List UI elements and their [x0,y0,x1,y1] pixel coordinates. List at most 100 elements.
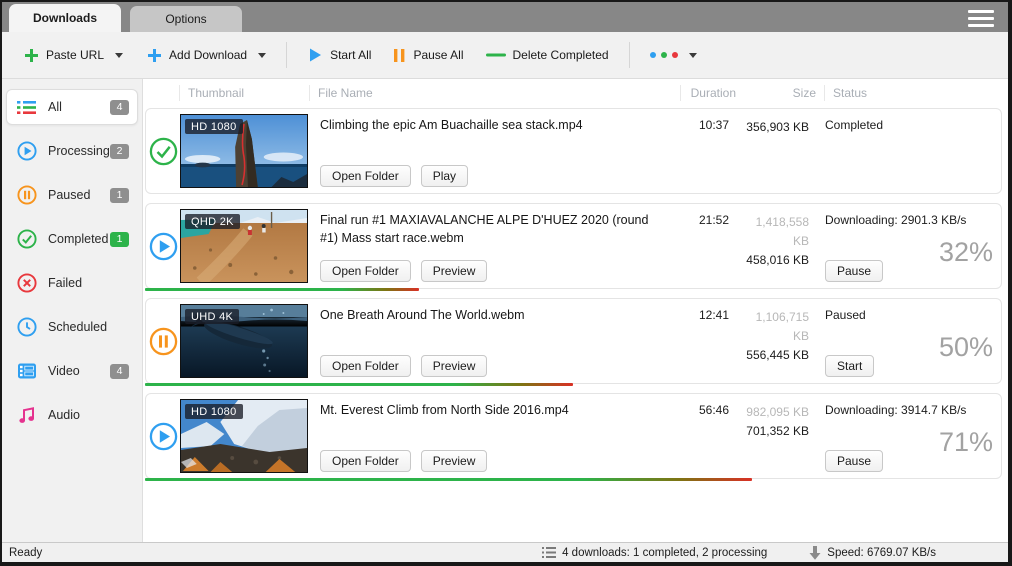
state-cell [146,399,180,473]
sidebar-item-label: Audio [48,408,129,422]
video-thumbnail[interactable]: UHD 4K [180,304,308,378]
add-download-button[interactable]: Add Download [139,42,274,69]
sidebar-item-label: Failed [48,276,129,290]
hamburger-menu-icon[interactable] [968,10,994,27]
sidebar-item-label: Scheduled [48,320,129,334]
progress-percent: 71% [939,427,993,458]
duration: 12:41 [673,304,737,378]
chevron-down-icon[interactable] [115,53,123,58]
open-folder-button[interactable]: Open Folder [320,165,411,187]
open-folder-button[interactable]: Open Folder [320,355,411,377]
sidebar: All 4 Processing 2 Paused 1 [2,79,143,542]
column-header-file-name: File Name [309,85,680,101]
sidebar-item-all[interactable]: All 4 [6,89,138,125]
progress-bar [145,383,573,386]
progress-bar [145,478,752,481]
video-thumbnail[interactable]: HD 1080 [180,114,308,188]
sidebar-item-video[interactable]: Video 4 [6,353,138,389]
sidebar-item-completed[interactable]: Completed 1 [6,221,138,257]
play-circle-icon [149,422,178,451]
content: All 4 Processing 2 Paused 1 [2,79,1008,542]
count-badge: 2 [110,144,129,159]
clock-icon [17,317,39,337]
file-name: Mt. Everest Climb from North Side 2016.m… [320,401,663,419]
statusbar-summary: 4 downloads: 1 completed, 2 processing [542,546,767,559]
error-circle-icon [17,273,39,293]
preview-button[interactable]: Preview [421,260,488,282]
download-row[interactable]: HD 1080 Climbing the epic Am Buachaille … [145,108,1002,194]
play-button[interactable]: Play [421,165,468,187]
quality-badge: HD 1080 [185,404,243,419]
download-row[interactable]: QHD 2K Final run #1 MAXIAVALANCHE ALPE D… [145,203,1002,289]
status-text: Downloading: 2901.3 KB/s [825,213,993,227]
column-header-duration: Duration [680,85,744,101]
column-header-thumbnail: Thumbnail [179,85,309,101]
pause-button[interactable]: Pause [825,260,883,282]
pause-circle-icon [149,327,178,356]
progress-percent: 32% [939,237,993,268]
play-icon [307,47,323,63]
progress-percent: 50% [939,332,993,363]
tab-downloads[interactable]: Downloads [9,4,121,32]
toolbar: Paste URL Add Download Start All Pause A… [2,32,1008,79]
delete-completed-label: Delete Completed [513,48,609,62]
sidebar-item-label: Completed [48,232,110,246]
count-badge: 4 [110,100,129,115]
rows-container: HD 1080 Climbing the epic Am Buachaille … [143,106,1008,542]
paste-url-button[interactable]: Paste URL [16,42,131,69]
list-icon [542,546,556,559]
sidebar-item-paused[interactable]: Paused 1 [6,177,138,213]
size-total: 356,903 KB [737,118,809,137]
open-folder-button[interactable]: Open Folder [320,450,411,472]
statusbar-ready-text: Ready [2,547,542,559]
size-done: 556,445 KB [737,346,809,365]
size-total: 1,418,558 KB [737,213,809,251]
size-done: 458,016 KB [737,251,809,270]
start-all-button[interactable]: Start All [299,41,379,69]
quality-badge: HD 1080 [185,119,243,134]
quality-badge: QHD 2K [185,214,240,229]
tab-options[interactable]: Options [130,6,242,32]
delete-completed-button[interactable]: Delete Completed [478,42,617,68]
sidebar-item-audio[interactable]: Audio [6,397,138,433]
size-total: 982,095 KB [737,403,809,422]
play-circle-icon [17,141,39,161]
check-circle-icon [149,137,178,166]
app-window: Downloads Options Paste URL Add Download… [0,0,1012,566]
down-arrow-icon [809,546,821,560]
start-button[interactable]: Start [825,355,874,377]
open-folder-button[interactable]: Open Folder [320,260,411,282]
list-icon [17,97,39,117]
size-done: 701,352 KB [737,422,809,441]
preview-button[interactable]: Preview [421,450,488,472]
sidebar-item-label: Processing [48,144,110,158]
sidebar-item-failed[interactable]: Failed [6,265,138,301]
file-name: Climbing the epic Am Buachaille sea stac… [320,116,663,134]
download-row[interactable]: HD 1080 Mt. Everest Climb from North Sid… [145,393,1002,479]
count-badge: 4 [110,364,129,379]
pause-all-label: Pause All [413,48,463,62]
more-actions-button[interactable] [642,46,705,64]
chevron-down-icon[interactable] [258,53,266,58]
dots-icon [650,52,678,58]
column-header-size: Size [744,85,824,101]
pause-button[interactable]: Pause [825,450,883,472]
duration: 10:37 [673,114,737,188]
sidebar-item-processing[interactable]: Processing 2 [6,133,138,169]
video-thumbnail[interactable]: QHD 2K [180,209,308,283]
play-circle-icon [149,232,178,261]
state-cell [146,114,180,188]
pause-all-button[interactable]: Pause All [385,42,471,69]
speed-text: Speed: 6769.07 KB/s [827,547,936,559]
download-row[interactable]: UHD 4K One Breath Around The World.webm … [145,298,1002,384]
chevron-down-icon [689,53,697,58]
start-all-label: Start All [330,48,371,62]
state-cell [146,209,180,283]
toolbar-separator [286,42,287,68]
preview-button[interactable]: Preview [421,355,488,377]
toolbar-separator [629,42,630,68]
titlebar: Downloads Options [2,2,1008,32]
dash-icon [486,52,506,58]
video-thumbnail[interactable]: HD 1080 [180,399,308,473]
sidebar-item-scheduled[interactable]: Scheduled [6,309,138,345]
